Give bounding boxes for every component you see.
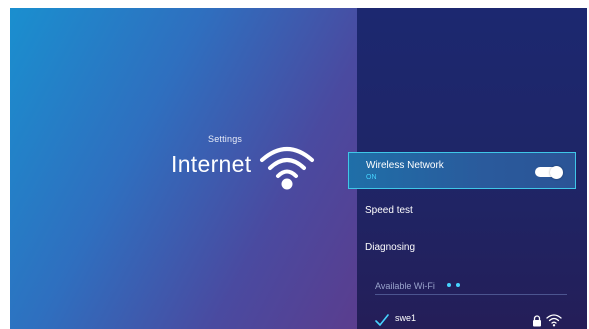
settings-label: Settings: [208, 134, 243, 144]
page-title: Internet: [171, 151, 252, 177]
available-wifi-label: Available Wi-Fi: [375, 281, 435, 291]
menu-item-label: Speed test: [365, 205, 413, 216]
network-name: swe1: [395, 313, 417, 323]
scanning-indicator: [447, 283, 465, 289]
section-divider: [375, 294, 567, 295]
menu-item-diagnosing[interactable]: Diagnosing: [348, 229, 576, 266]
wireless-toggle[interactable]: [535, 165, 563, 179]
menu-item-label: Diagnosing: [365, 242, 416, 253]
check-icon: [375, 314, 389, 326]
menu-item-wireless-network[interactable]: Wireless Network ON: [348, 152, 576, 189]
wifi-icon: [260, 147, 314, 190]
wireless-status-text: ON: [366, 174, 377, 181]
menu-item-label: Wireless Network: [366, 160, 444, 171]
wifi-network-row[interactable]: swe1: [348, 305, 576, 329]
wifi-signal-icon: [546, 314, 562, 327]
menu-item-speed-test[interactable]: Speed test: [348, 192, 576, 229]
toggle-knob: [550, 165, 563, 179]
lock-icon: [533, 315, 541, 327]
